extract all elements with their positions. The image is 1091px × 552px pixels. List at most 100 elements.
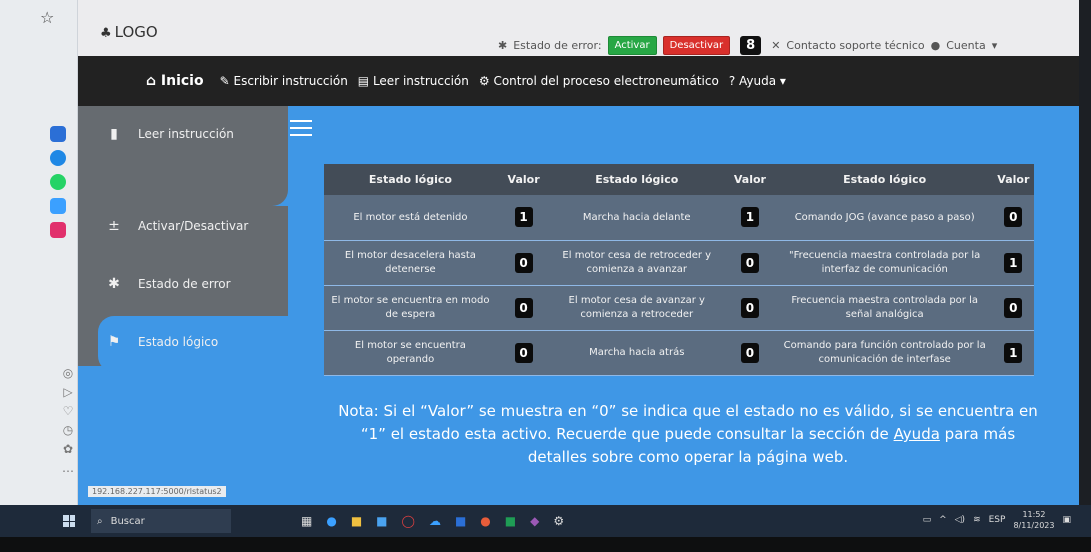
excel-icon[interactable]: ■ bbox=[505, 514, 516, 528]
sidebar-item-logic-state[interactable]: ⚑ Estado lógico bbox=[106, 334, 219, 350]
account-menu[interactable]: Cuenta bbox=[946, 39, 985, 52]
mail-icon[interactable]: ■ bbox=[376, 514, 387, 528]
logo[interactable]: ♣ LOGO bbox=[100, 23, 158, 41]
opera-icon[interactable]: ◯ bbox=[402, 514, 415, 528]
app-icon[interactable]: ◆ bbox=[530, 514, 539, 528]
chevron-down-icon[interactable]: ▾ bbox=[992, 39, 998, 52]
activate-button[interactable]: Activar bbox=[607, 36, 657, 55]
heart-icon[interactable]: ♡ bbox=[63, 404, 74, 418]
telegram-icon[interactable] bbox=[50, 198, 66, 214]
app-icon[interactable]: ● bbox=[480, 514, 490, 528]
file-explorer-icon[interactable]: ■ bbox=[351, 514, 362, 528]
state-cell: El motor cesa de avanzar y comienza a re… bbox=[550, 285, 724, 331]
keyboard-icon[interactable]: ▭ bbox=[923, 515, 932, 525]
circle-play-icon[interactable]: ◎ bbox=[63, 366, 73, 380]
chevron-up-icon[interactable]: ^ bbox=[939, 515, 947, 525]
top-bar: ♣ LOGO ✱ Estado de error: Activar Desacti… bbox=[78, 0, 1079, 56]
state-cell: El motor desacelera hasta detenerse bbox=[324, 240, 497, 286]
value-badge: 1 bbox=[1004, 342, 1023, 363]
volume-icon[interactable]: ◁) bbox=[955, 515, 965, 525]
menu-toggle-icon[interactable] bbox=[290, 120, 312, 138]
taskbar-apps: ▦ ● ■ ■ ◯ ☁ ■ ● ■ ◆ ⚙ bbox=[301, 514, 564, 528]
task-view-icon[interactable]: ▦ bbox=[301, 514, 312, 528]
sidebar-item-label: Leer instrucción bbox=[138, 127, 234, 141]
value-cell: 1 bbox=[992, 240, 1034, 286]
instagram-icon[interactable] bbox=[50, 222, 66, 238]
header-actions: ✱ Estado de error: Activar Desactivar 8 … bbox=[498, 36, 997, 55]
navbar: ⌂ Inicio ✎ Escribir instrucción ▤ Leer i… bbox=[78, 56, 1079, 106]
value-badge: 0 bbox=[740, 252, 759, 273]
play-icon[interactable]: ▷ bbox=[63, 385, 72, 399]
tools-icon: ✕ bbox=[771, 39, 781, 52]
more-icon[interactable]: … bbox=[62, 461, 74, 475]
column-header: Valor bbox=[723, 164, 777, 195]
word-icon[interactable]: ■ bbox=[455, 514, 466, 528]
wifi-icon[interactable]: ≋ bbox=[973, 515, 981, 525]
value-badge: 0 bbox=[740, 342, 759, 363]
state-cell: Marcha hacia delante bbox=[550, 195, 724, 241]
table-row: El motor se encuentra en modo de espera … bbox=[324, 285, 1034, 331]
clock-date: 8/11/2023 bbox=[1013, 521, 1055, 530]
sidebar-item-activate[interactable]: ± Activar/Desactivar bbox=[106, 218, 248, 234]
app-icon[interactable] bbox=[50, 126, 66, 142]
sidebar-item-label: Activar/Desactivar bbox=[138, 219, 249, 233]
value-badge: 0 bbox=[1004, 297, 1023, 318]
taskbar-search[interactable]: ⌕ Buscar bbox=[91, 509, 231, 533]
edge-icon[interactable]: ● bbox=[326, 514, 336, 528]
error-count-badge: 8 bbox=[740, 36, 762, 55]
logo-text: LOGO bbox=[114, 23, 158, 41]
table-row: El motor desacelera hasta detenerse 0 El… bbox=[324, 240, 1034, 286]
state-cell: "Frecuencia maestra controlada por la in… bbox=[776, 240, 993, 286]
table-row: El motor se encuentra operando 0 Marcha … bbox=[324, 330, 1034, 376]
value-badge: 0 bbox=[1004, 207, 1023, 228]
value-badge: 0 bbox=[514, 252, 533, 273]
clock[interactable]: 11:52 8/11/2023 bbox=[1013, 509, 1054, 531]
nav-help-label: Ayuda bbox=[739, 74, 777, 88]
settings-icon[interactable]: ✿ bbox=[63, 442, 73, 456]
windows-start-icon[interactable] bbox=[63, 515, 75, 527]
document-icon: ▮ bbox=[110, 126, 118, 142]
logic-state-table: Estado lógico Valor Estado lógico Valor … bbox=[324, 164, 1034, 376]
state-cell: El motor se encuentra operando bbox=[324, 330, 497, 376]
sidebar-item-label: Estado de error bbox=[138, 277, 231, 291]
sidebar-item-error-state[interactable]: ✱ Estado de error bbox=[106, 276, 231, 292]
nav-control[interactable]: ⚙ Control del proceso electroneumático bbox=[479, 74, 719, 88]
cloud-icon[interactable]: ☁ bbox=[429, 514, 441, 528]
favorites-star-icon[interactable]: ☆ bbox=[40, 8, 54, 27]
status-url: 192.168.227.117:5000/rlstatus2 bbox=[88, 486, 226, 497]
sidebar-tools: ◎ ▷ ♡ ◷ ✿ … bbox=[62, 366, 74, 475]
nav-read[interactable]: ▤ Leer instrucción bbox=[358, 74, 469, 88]
deactivate-button[interactable]: Desactivar bbox=[662, 36, 731, 55]
support-link[interactable]: Contacto soporte técnico bbox=[786, 39, 924, 52]
user-icon: ● bbox=[930, 39, 941, 52]
whatsapp-icon[interactable] bbox=[50, 174, 66, 190]
logo-icon: ♣ bbox=[100, 26, 112, 41]
sidebar-apps bbox=[50, 126, 66, 238]
taskbar: ⌕ Buscar ▦ ● ■ ■ ◯ ☁ ■ ● ■ ◆ ⚙ ▭ ^ ◁) ≋ … bbox=[0, 505, 1091, 537]
gear-icon[interactable]: ⚙ bbox=[553, 514, 564, 528]
bug-icon: ✱ bbox=[108, 276, 120, 292]
value-cell: 0 bbox=[723, 330, 777, 376]
monitor-bezel bbox=[0, 537, 1091, 552]
messenger-icon[interactable] bbox=[50, 150, 66, 166]
value-cell: 0 bbox=[723, 285, 777, 331]
nav-write[interactable]: ✎ Escribir instrucción bbox=[220, 74, 348, 88]
notifications-icon[interactable]: ▣ bbox=[1062, 515, 1071, 525]
value-badge: 1 bbox=[1004, 252, 1023, 273]
nav-help[interactable]: ? Ayuda ▾ bbox=[729, 74, 786, 88]
value-badge: 0 bbox=[740, 297, 759, 318]
language-indicator[interactable]: ESP bbox=[989, 515, 1006, 525]
state-cell: Comando para función controlado por la c… bbox=[776, 330, 993, 376]
column-header: Valor bbox=[496, 164, 551, 195]
nav-write-label: Escribir instrucción bbox=[233, 74, 348, 88]
value-badge: 0 bbox=[514, 342, 533, 363]
nav-home[interactable]: ⌂ Inicio bbox=[146, 73, 204, 89]
sidebar-item-read[interactable]: ▮ Leer instrucción bbox=[106, 126, 234, 142]
value-badge: 1 bbox=[514, 207, 533, 228]
table-header-row: Estado lógico Valor Estado lógico Valor … bbox=[324, 164, 1034, 195]
clock-icon[interactable]: ◷ bbox=[63, 423, 73, 437]
browser-sidebar: ☆ ◎ ▷ ♡ ◷ ✿ … bbox=[0, 0, 78, 505]
value-cell: 1 bbox=[992, 330, 1034, 376]
help-link[interactable]: Ayuda bbox=[894, 425, 940, 443]
state-cell: El motor está detenido bbox=[324, 195, 497, 241]
